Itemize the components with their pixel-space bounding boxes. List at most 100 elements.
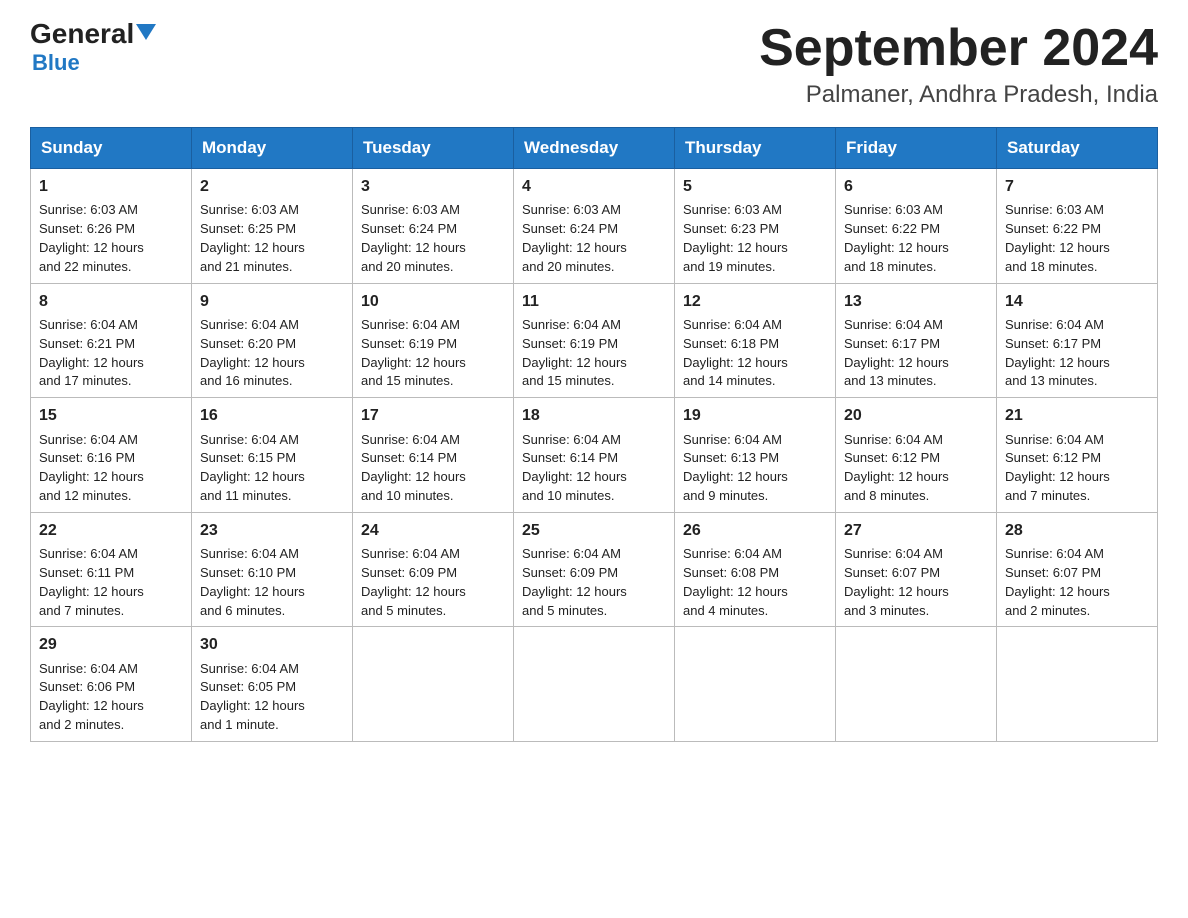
day-info: Sunrise: 6:04 AMSunset: 6:16 PMDaylight:…	[39, 432, 144, 504]
calendar-week-4: 22 Sunrise: 6:04 AMSunset: 6:11 PMDaylig…	[31, 512, 1158, 627]
table-row	[353, 627, 514, 742]
table-row	[836, 627, 997, 742]
table-row: 20 Sunrise: 6:04 AMSunset: 6:12 PMDaylig…	[836, 398, 997, 513]
logo: General Blue	[30, 20, 156, 76]
logo-triangle-icon	[136, 24, 156, 40]
day-info: Sunrise: 6:03 AMSunset: 6:26 PMDaylight:…	[39, 202, 144, 274]
header-friday: Friday	[836, 128, 997, 169]
day-number: 29	[39, 633, 183, 656]
day-number: 17	[361, 404, 505, 427]
table-row: 26 Sunrise: 6:04 AMSunset: 6:08 PMDaylig…	[675, 512, 836, 627]
day-number: 2	[200, 175, 344, 198]
table-row: 5 Sunrise: 6:03 AMSunset: 6:23 PMDayligh…	[675, 169, 836, 284]
calendar-header-row: Sunday Monday Tuesday Wednesday Thursday…	[31, 128, 1158, 169]
location-title: Palmaner, Andhra Pradesh, India	[759, 81, 1158, 109]
table-row: 25 Sunrise: 6:04 AMSunset: 6:09 PMDaylig…	[514, 512, 675, 627]
day-number: 21	[1005, 404, 1149, 427]
day-info: Sunrise: 6:03 AMSunset: 6:24 PMDaylight:…	[361, 202, 466, 274]
day-number: 19	[683, 404, 827, 427]
table-row: 19 Sunrise: 6:04 AMSunset: 6:13 PMDaylig…	[675, 398, 836, 513]
day-info: Sunrise: 6:04 AMSunset: 6:19 PMDaylight:…	[361, 317, 466, 389]
header-thursday: Thursday	[675, 128, 836, 169]
day-info: Sunrise: 6:04 AMSunset: 6:12 PMDaylight:…	[844, 432, 949, 504]
table-row: 4 Sunrise: 6:03 AMSunset: 6:24 PMDayligh…	[514, 169, 675, 284]
day-number: 26	[683, 519, 827, 542]
day-info: Sunrise: 6:03 AMSunset: 6:22 PMDaylight:…	[844, 202, 949, 274]
day-info: Sunrise: 6:04 AMSunset: 6:19 PMDaylight:…	[522, 317, 627, 389]
day-number: 7	[1005, 175, 1149, 198]
table-row: 17 Sunrise: 6:04 AMSunset: 6:14 PMDaylig…	[353, 398, 514, 513]
day-number: 11	[522, 290, 666, 313]
day-info: Sunrise: 6:04 AMSunset: 6:06 PMDaylight:…	[39, 661, 144, 733]
day-info: Sunrise: 6:04 AMSunset: 6:14 PMDaylight:…	[522, 432, 627, 504]
calendar-week-5: 29 Sunrise: 6:04 AMSunset: 6:06 PMDaylig…	[31, 627, 1158, 742]
day-info: Sunrise: 6:04 AMSunset: 6:20 PMDaylight:…	[200, 317, 305, 389]
table-row: 29 Sunrise: 6:04 AMSunset: 6:06 PMDaylig…	[31, 627, 192, 742]
table-row: 11 Sunrise: 6:04 AMSunset: 6:19 PMDaylig…	[514, 283, 675, 398]
table-row: 3 Sunrise: 6:03 AMSunset: 6:24 PMDayligh…	[353, 169, 514, 284]
table-row: 28 Sunrise: 6:04 AMSunset: 6:07 PMDaylig…	[997, 512, 1158, 627]
day-info: Sunrise: 6:04 AMSunset: 6:09 PMDaylight:…	[522, 546, 627, 618]
day-number: 10	[361, 290, 505, 313]
logo-general-text: General	[30, 18, 134, 49]
day-number: 16	[200, 404, 344, 427]
day-info: Sunrise: 6:03 AMSunset: 6:24 PMDaylight:…	[522, 202, 627, 274]
day-info: Sunrise: 6:04 AMSunset: 6:09 PMDaylight:…	[361, 546, 466, 618]
table-row: 7 Sunrise: 6:03 AMSunset: 6:22 PMDayligh…	[997, 169, 1158, 284]
logo-main: General	[30, 20, 156, 48]
day-info: Sunrise: 6:04 AMSunset: 6:17 PMDaylight:…	[844, 317, 949, 389]
page-header: General Blue September 2024 Palmaner, An…	[30, 20, 1158, 109]
day-number: 22	[39, 519, 183, 542]
table-row	[997, 627, 1158, 742]
table-row: 1 Sunrise: 6:03 AMSunset: 6:26 PMDayligh…	[31, 169, 192, 284]
header-wednesday: Wednesday	[514, 128, 675, 169]
day-info: Sunrise: 6:04 AMSunset: 6:15 PMDaylight:…	[200, 432, 305, 504]
table-row: 15 Sunrise: 6:04 AMSunset: 6:16 PMDaylig…	[31, 398, 192, 513]
table-row: 23 Sunrise: 6:04 AMSunset: 6:10 PMDaylig…	[192, 512, 353, 627]
header-monday: Monday	[192, 128, 353, 169]
day-info: Sunrise: 6:04 AMSunset: 6:18 PMDaylight:…	[683, 317, 788, 389]
table-row: 10 Sunrise: 6:04 AMSunset: 6:19 PMDaylig…	[353, 283, 514, 398]
table-row: 8 Sunrise: 6:04 AMSunset: 6:21 PMDayligh…	[31, 283, 192, 398]
table-row: 30 Sunrise: 6:04 AMSunset: 6:05 PMDaylig…	[192, 627, 353, 742]
day-info: Sunrise: 6:04 AMSunset: 6:07 PMDaylight:…	[844, 546, 949, 618]
day-number: 14	[1005, 290, 1149, 313]
title-area: September 2024 Palmaner, Andhra Pradesh,…	[759, 20, 1158, 109]
header-tuesday: Tuesday	[353, 128, 514, 169]
day-number: 30	[200, 633, 344, 656]
day-number: 3	[361, 175, 505, 198]
logo-blue-text: Blue	[30, 50, 80, 76]
month-title: September 2024	[759, 20, 1158, 77]
day-info: Sunrise: 6:04 AMSunset: 6:05 PMDaylight:…	[200, 661, 305, 733]
table-row: 24 Sunrise: 6:04 AMSunset: 6:09 PMDaylig…	[353, 512, 514, 627]
day-info: Sunrise: 6:04 AMSunset: 6:08 PMDaylight:…	[683, 546, 788, 618]
day-number: 1	[39, 175, 183, 198]
day-number: 25	[522, 519, 666, 542]
table-row: 9 Sunrise: 6:04 AMSunset: 6:20 PMDayligh…	[192, 283, 353, 398]
day-number: 5	[683, 175, 827, 198]
table-row: 12 Sunrise: 6:04 AMSunset: 6:18 PMDaylig…	[675, 283, 836, 398]
day-number: 12	[683, 290, 827, 313]
day-number: 23	[200, 519, 344, 542]
day-number: 18	[522, 404, 666, 427]
day-number: 6	[844, 175, 988, 198]
day-number: 4	[522, 175, 666, 198]
day-number: 24	[361, 519, 505, 542]
day-number: 15	[39, 404, 183, 427]
day-info: Sunrise: 6:04 AMSunset: 6:11 PMDaylight:…	[39, 546, 144, 618]
table-row: 21 Sunrise: 6:04 AMSunset: 6:12 PMDaylig…	[997, 398, 1158, 513]
day-info: Sunrise: 6:03 AMSunset: 6:23 PMDaylight:…	[683, 202, 788, 274]
header-sunday: Sunday	[31, 128, 192, 169]
table-row: 14 Sunrise: 6:04 AMSunset: 6:17 PMDaylig…	[997, 283, 1158, 398]
table-row: 6 Sunrise: 6:03 AMSunset: 6:22 PMDayligh…	[836, 169, 997, 284]
calendar-week-3: 15 Sunrise: 6:04 AMSunset: 6:16 PMDaylig…	[31, 398, 1158, 513]
day-info: Sunrise: 6:04 AMSunset: 6:13 PMDaylight:…	[683, 432, 788, 504]
day-number: 13	[844, 290, 988, 313]
day-info: Sunrise: 6:04 AMSunset: 6:17 PMDaylight:…	[1005, 317, 1110, 389]
day-info: Sunrise: 6:04 AMSunset: 6:12 PMDaylight:…	[1005, 432, 1110, 504]
day-number: 20	[844, 404, 988, 427]
day-number: 27	[844, 519, 988, 542]
header-saturday: Saturday	[997, 128, 1158, 169]
day-info: Sunrise: 6:04 AMSunset: 6:07 PMDaylight:…	[1005, 546, 1110, 618]
calendar-week-1: 1 Sunrise: 6:03 AMSunset: 6:26 PMDayligh…	[31, 169, 1158, 284]
